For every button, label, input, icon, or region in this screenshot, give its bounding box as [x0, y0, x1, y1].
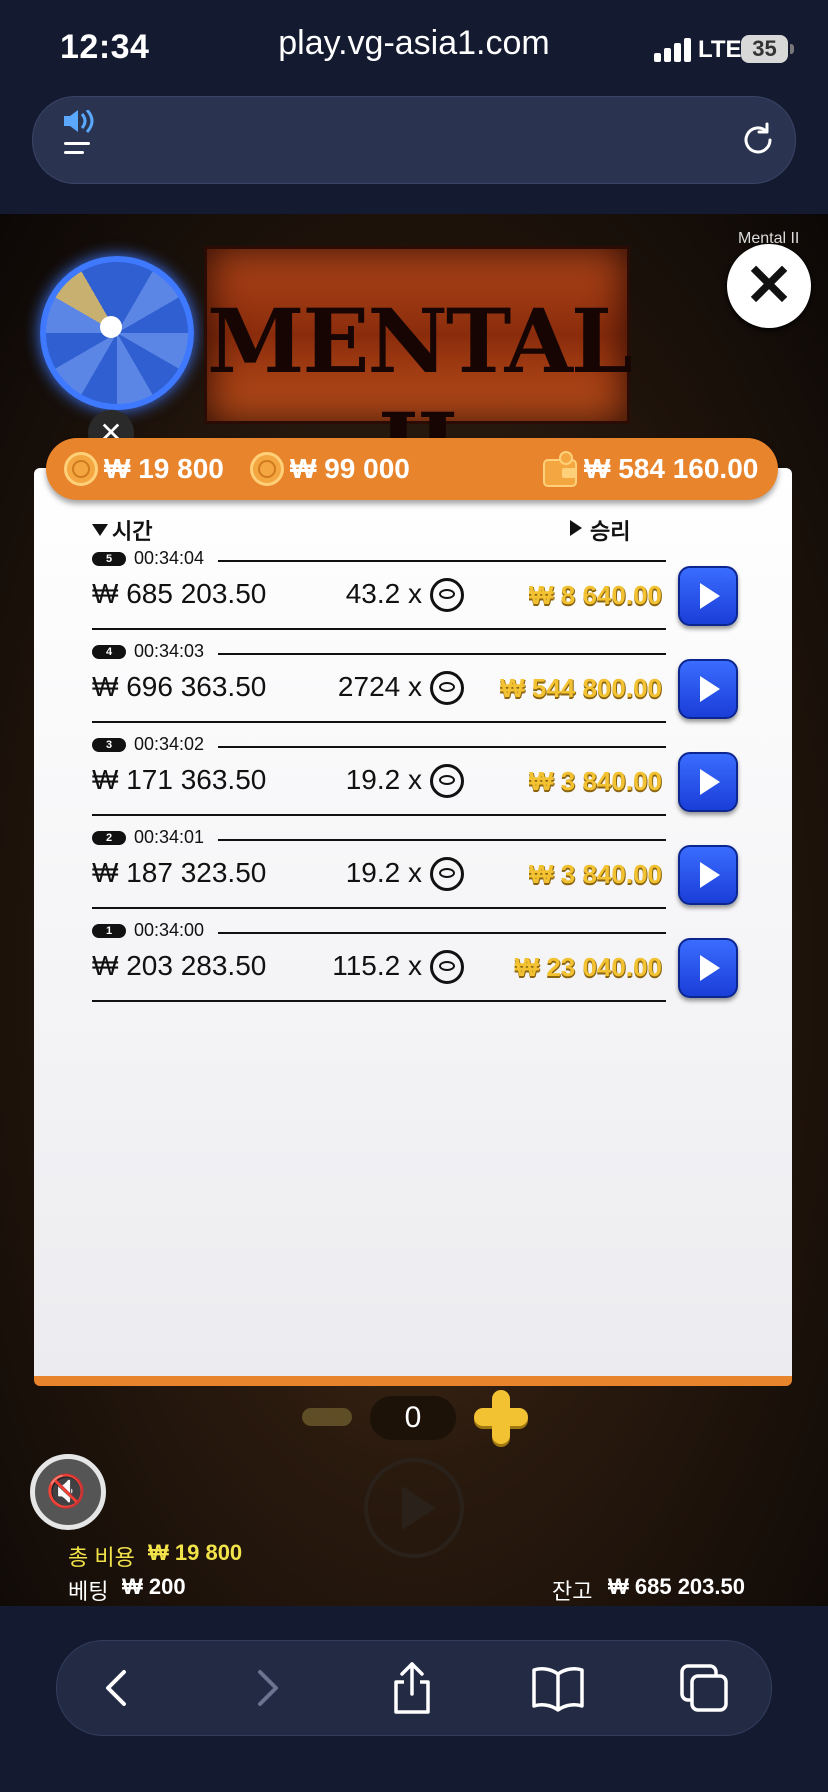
- coin-value-1: ₩ 19 800: [104, 453, 224, 484]
- row-divider: [218, 746, 666, 748]
- play-icon: [700, 583, 720, 609]
- balance-value: ₩ 584 160.00: [584, 453, 759, 484]
- row-amount: ₩ 696 363.50: [92, 671, 267, 702]
- decrease-bet-button[interactable]: [302, 1408, 352, 1426]
- forward-icon[interactable]: [236, 1660, 296, 1716]
- coin-icon: [430, 857, 464, 891]
- coin-value-2: ₩ 99 000: [290, 453, 410, 484]
- bet-counter: 0: [370, 1396, 456, 1440]
- url-text[interactable]: play.vg-asia1.com: [0, 0, 828, 86]
- row-win: ₩ 3 840.00: [529, 859, 662, 889]
- row-divider: [92, 721, 666, 723]
- row-divider: [218, 560, 666, 562]
- row-index-badge: 3: [92, 738, 126, 752]
- mute-icon: 🔇: [46, 1473, 86, 1509]
- row-index-badge: 5: [92, 552, 126, 566]
- sort-icon: [570, 520, 582, 536]
- coin-icon: [430, 578, 464, 612]
- row-divider: [218, 839, 666, 841]
- speaker-icon[interactable]: [60, 110, 100, 162]
- wheel-hub: [100, 316, 122, 338]
- play-icon: [402, 1486, 436, 1530]
- bet-label: 베팅: [68, 1579, 109, 1604]
- game-logo: MENTAL II: [204, 246, 633, 497]
- col-win-header[interactable]: 승리: [590, 514, 630, 546]
- row-index-badge: 4: [92, 645, 126, 659]
- row-index-badge: 2: [92, 831, 126, 845]
- row-time: 00:34:01: [134, 827, 205, 847]
- row-multiplier: 19.2 x: [345, 857, 422, 888]
- row-amount: ₩ 187 323.50: [92, 857, 267, 888]
- close-game-button[interactable]: ✕: [727, 244, 811, 328]
- bet-value: ₩ 200: [122, 1574, 186, 1599]
- row-amount: ₩ 203 283.50: [92, 950, 267, 981]
- row-win: ₩ 544 800.00: [500, 673, 662, 703]
- share-icon[interactable]: [382, 1660, 442, 1716]
- coin-icon: [430, 764, 464, 798]
- row-amount: ₩ 171 363.50: [92, 764, 267, 795]
- total-cost-value: ₩ 19 800: [148, 1540, 243, 1565]
- row-index-badge: 1: [92, 924, 126, 938]
- wallet-icon: [543, 451, 577, 487]
- row-divider: [218, 653, 666, 655]
- row-divider: [92, 1000, 666, 1002]
- play-icon: [700, 862, 720, 888]
- row-divider: [92, 628, 666, 630]
- play-icon: [700, 676, 720, 702]
- row-multiplier: 2724 x: [337, 671, 422, 702]
- footer-balance-value: ₩ 685 203.50: [608, 1574, 745, 1599]
- coin-icon: [430, 671, 464, 705]
- total-cost-label: 총 비용: [68, 1545, 135, 1570]
- replay-button[interactable]: [678, 938, 738, 998]
- row-time: 00:34:03: [134, 641, 205, 661]
- coin-icon: [250, 452, 284, 486]
- row-multiplier: 115.2 x: [332, 950, 422, 981]
- row-amount: ₩ 685 203.50: [92, 578, 267, 609]
- tabs-icon[interactable]: [674, 1660, 734, 1716]
- replay-button[interactable]: [678, 845, 738, 905]
- balance-label: 잔고: [552, 1579, 593, 1604]
- row-time: 00:34:00: [134, 920, 205, 940]
- row-multiplier: 19.2 x: [345, 764, 422, 795]
- sort-desc-icon: [92, 524, 108, 536]
- row-divider: [218, 932, 666, 934]
- play-icon: [700, 955, 720, 981]
- replay-button[interactable]: [678, 752, 738, 812]
- row-time: 00:34:04: [134, 548, 205, 568]
- back-icon[interactable]: [88, 1660, 148, 1716]
- plus-icon[interactable]: [492, 1390, 510, 1444]
- replay-button[interactable]: [678, 659, 738, 719]
- row-win: ₩ 8 640.00: [529, 580, 662, 610]
- row-win: ₩ 3 840.00: [529, 766, 662, 796]
- col-time-header[interactable]: 시간: [112, 514, 152, 546]
- reload-icon[interactable]: [740, 122, 776, 158]
- row-time: 00:34:02: [134, 734, 205, 754]
- play-icon: [700, 769, 720, 795]
- row-multiplier: 43.2 x: [345, 578, 422, 609]
- bookmarks-icon[interactable]: [528, 1660, 588, 1716]
- row-divider: [92, 814, 666, 816]
- replay-button[interactable]: [678, 566, 738, 626]
- url-bar[interactable]: [32, 96, 796, 184]
- row-win: ₩ 23 040.00: [514, 952, 662, 982]
- row-divider: [92, 907, 666, 909]
- coin-icon: [430, 950, 464, 984]
- coin-icon: [64, 452, 98, 486]
